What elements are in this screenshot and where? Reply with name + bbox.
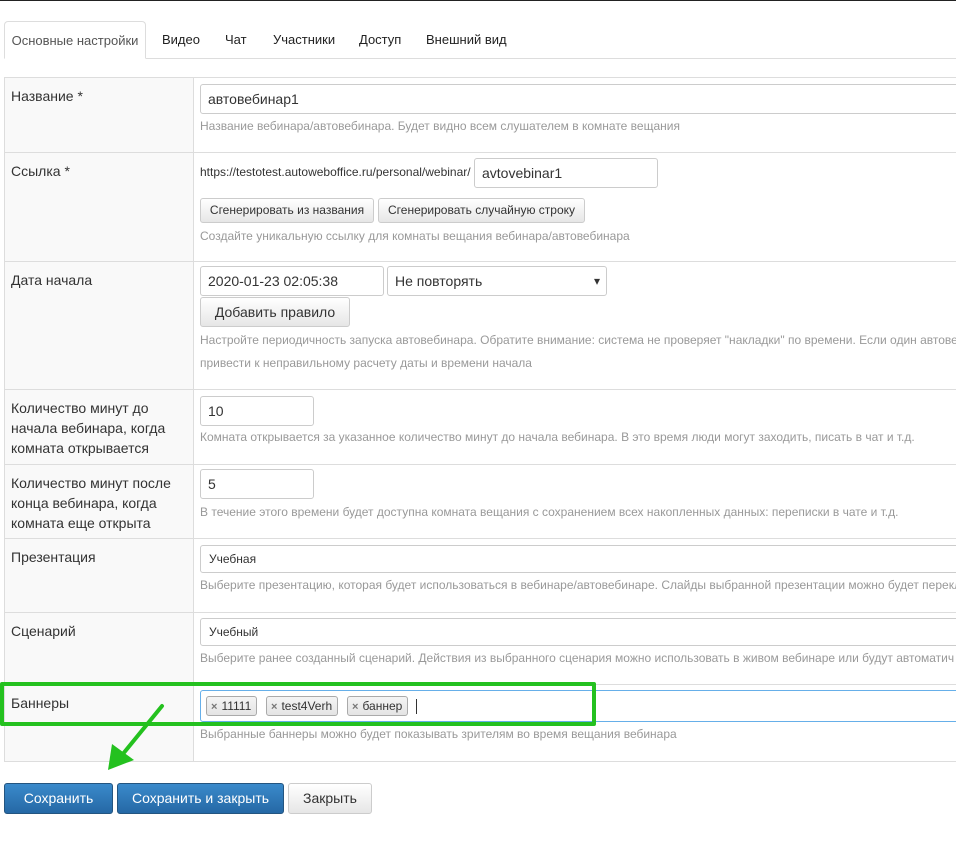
start-date-input[interactable]: 2020-01-23 02:05:38 xyxy=(200,266,384,296)
tab-chat[interactable]: Чат xyxy=(225,21,247,58)
row-link: Ссылка * https://testotest.autoweboffice… xyxy=(5,152,956,261)
repeat-select[interactable]: Не повторять ▾ xyxy=(387,266,607,296)
link-prefix: https://testotest.autoweboffice.ru/perso… xyxy=(200,165,471,179)
row-scenario: Сценарий Учебный Выберите ранее созданны… xyxy=(5,612,956,684)
save-button[interactable]: Сохранить xyxy=(4,783,113,814)
presentation-help: Выберите презентацию, которая будет испо… xyxy=(200,578,956,592)
minutes-before-help: Комната открывается за указанное количес… xyxy=(200,430,915,444)
row-name: Название * автовебинар1 Название вебинар… xyxy=(5,77,956,152)
annotation-arrow-icon xyxy=(108,704,164,770)
generate-random-button[interactable]: Сгенерировать случайную строку xyxy=(378,198,585,223)
save-and-close-button[interactable]: Сохранить и закрыть xyxy=(117,783,284,814)
row-minutes-after: Количество минут после конца вебинара, к… xyxy=(5,464,956,538)
top-divider xyxy=(0,0,956,1)
scenario-help: Выберите ранее созданный сценарий. Дейст… xyxy=(200,651,955,665)
generate-from-name-button[interactable]: Сгенерировать из названия xyxy=(200,198,374,223)
start-date-help-2: привести к неправильному расчету даты и … xyxy=(200,356,532,370)
add-rule-button[interactable]: Добавить правило xyxy=(200,297,350,327)
row-start-date: Дата начала 2020-01-23 02:05:38 Не повто… xyxy=(5,261,956,389)
name-help: Название вебинара/автовебинара. Будет ви… xyxy=(200,119,680,133)
tab-participants[interactable]: Участники xyxy=(273,21,335,58)
presentation-label: Презентация xyxy=(11,549,96,565)
row-minutes-before: Количество минут до начала вебинара, ког… xyxy=(5,389,956,464)
caret-down-icon: ▾ xyxy=(593,274,600,288)
tab-access[interactable]: Доступ xyxy=(359,21,401,58)
name-input[interactable]: автовебинар1 xyxy=(200,84,956,114)
minutes-after-help: В течение этого времени будет доступна к… xyxy=(200,505,899,519)
link-input[interactable]: avtovebinar1 xyxy=(474,158,658,188)
banners-highlight-box xyxy=(0,682,596,726)
start-date-help-1: Настройте периодичность запуска автовеби… xyxy=(200,333,956,347)
minutes-after-input[interactable]: 5 xyxy=(200,469,314,499)
row-presentation: Презентация Учебная Выберите презентацию… xyxy=(5,538,956,612)
scenario-label: Сценарий xyxy=(11,623,76,639)
minutes-before-input[interactable]: 10 xyxy=(200,396,314,426)
name-label: Название * xyxy=(11,88,83,104)
link-help: Создайте уникальную ссылку для комнаты в… xyxy=(200,229,630,243)
minutes-before-label: Количество минут до начала вебинара, ког… xyxy=(11,400,166,456)
tab-main-settings[interactable]: Основные настройки xyxy=(4,21,146,59)
settings-form: Название * автовебинар1 Название вебинар… xyxy=(4,77,956,762)
link-label: Ссылка * xyxy=(11,163,70,179)
presentation-select[interactable]: Учебная xyxy=(200,545,956,573)
tab-video[interactable]: Видео xyxy=(162,21,200,58)
banners-help: Выбранные баннеры можно будет показывать… xyxy=(200,727,677,741)
settings-tabs: Основные настройки Видео Чат Участники Д… xyxy=(4,21,956,59)
repeat-select-value: Не повторять xyxy=(395,273,483,289)
tab-appearance[interactable]: Внешний вид xyxy=(426,21,507,58)
scenario-select[interactable]: Учебный xyxy=(200,618,956,646)
close-button[interactable]: Закрыть xyxy=(288,783,372,814)
minutes-after-label: Количество минут после конца вебинара, к… xyxy=(11,475,171,531)
start-date-label: Дата начала xyxy=(11,272,93,288)
